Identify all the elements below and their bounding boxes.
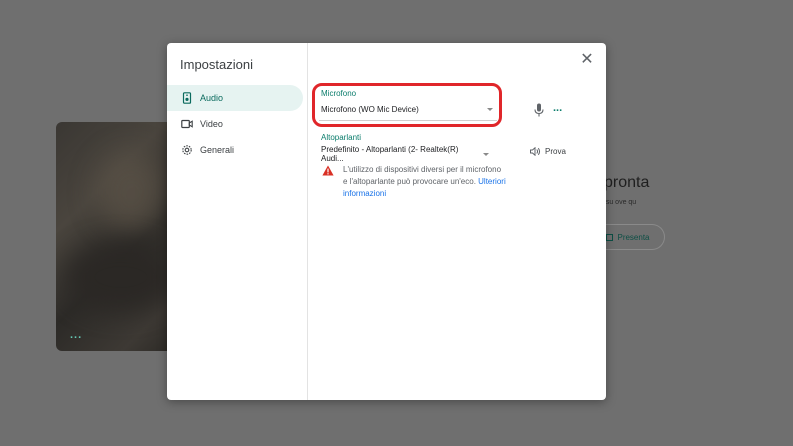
test-speakers-button[interactable]: Prova bbox=[530, 147, 566, 156]
sidebar-item-generali[interactable]: Generali bbox=[167, 137, 303, 163]
settings-dialog: Impostazioni ✕ Audio Video Generali Micr… bbox=[167, 43, 606, 400]
gear-icon bbox=[181, 144, 193, 156]
chevron-down-icon bbox=[483, 152, 489, 156]
volume-icon bbox=[530, 147, 541, 156]
ready-title: pronta bbox=[604, 174, 650, 191]
video-blur-shape bbox=[66, 242, 176, 312]
video-blur-shape bbox=[96, 152, 166, 232]
sidebar-item-label: Audio bbox=[200, 93, 224, 103]
sidebar-item-label: Generali bbox=[200, 145, 235, 155]
highlight-annotation bbox=[312, 83, 502, 127]
sidebar-item-audio[interactable]: Audio bbox=[167, 85, 303, 111]
sidebar-item-video[interactable]: Video bbox=[167, 111, 303, 137]
speakers-value: Predefinito - Altoparlanti (2- Realtek(R… bbox=[321, 145, 459, 163]
speaker-device-icon bbox=[181, 92, 193, 104]
video-camera-icon bbox=[181, 118, 193, 130]
present-label: Presenta bbox=[617, 232, 650, 242]
video-more-options-icon[interactable]: ... bbox=[70, 329, 82, 341]
sidebar-divider bbox=[307, 43, 308, 400]
speakers-label: Altoparlanti bbox=[321, 133, 362, 142]
warning-icon bbox=[322, 165, 334, 176]
test-speakers-label: Prova bbox=[545, 147, 566, 156]
dialog-title: Impostazioni bbox=[180, 57, 253, 72]
present-icon bbox=[606, 233, 614, 241]
microphone-icon[interactable] bbox=[534, 103, 544, 117]
speakers-select[interactable]: Predefinito - Altoparlanti (2- Realtek(R… bbox=[321, 145, 489, 163]
close-icon[interactable]: ✕ bbox=[579, 52, 595, 68]
more-options-icon[interactable]: ... bbox=[553, 102, 562, 114]
echo-warning: L'utilizzo di dispositivi diversi per il… bbox=[343, 164, 507, 200]
sidebar-item-label: Video bbox=[200, 119, 223, 129]
